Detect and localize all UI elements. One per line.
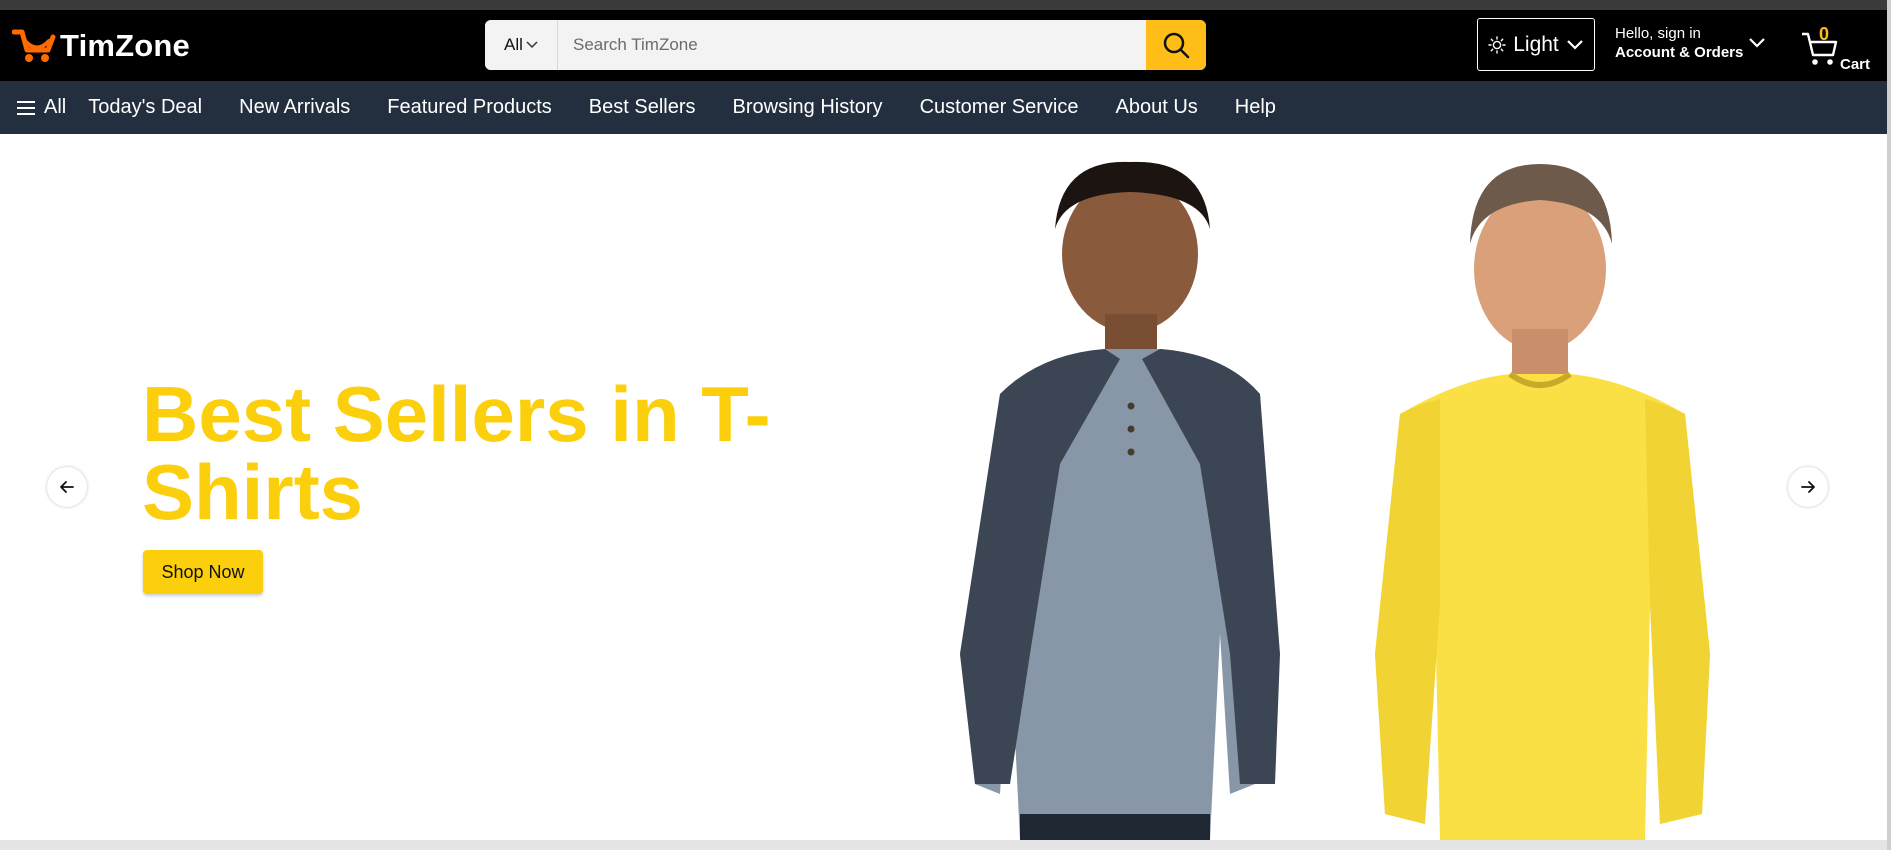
nav-item-about-us[interactable]: About Us	[1116, 96, 1198, 119]
window-scrollbar[interactable]	[1887, 0, 1891, 850]
browser-top-strip	[0, 0, 1891, 10]
hero-title: Best Sellers in T-Shirts	[142, 370, 771, 536]
search-button[interactable]	[1146, 20, 1206, 70]
cart-label: Cart	[1840, 56, 1871, 73]
carousel-prev-button[interactable]	[47, 467, 87, 507]
cart-logo-icon	[12, 29, 56, 62]
theme-label: Light	[1513, 32, 1559, 56]
model-right-figure	[1375, 164, 1710, 840]
account-greeting: Hello, sign in	[1615, 25, 1701, 42]
nav-item-todays-deal[interactable]: Today's Deal	[88, 96, 202, 119]
nav-item-browsing-history[interactable]: Browsing History	[733, 96, 883, 119]
chevron-down-icon	[526, 41, 538, 49]
nav-all-menu[interactable]: All	[16, 96, 66, 119]
theme-toggle-button[interactable]: Light	[1477, 18, 1595, 71]
hero-product-image	[960, 161, 1710, 840]
nav-item-best-sellers[interactable]: Best Sellers	[589, 96, 696, 119]
nav-item-customer-service[interactable]: Customer Service	[920, 96, 1079, 119]
cart-button[interactable]: 0 Cart	[1800, 24, 1875, 74]
search-icon	[1163, 32, 1190, 59]
hero-carousel: Best Sellers in T-Shirts Shop Now	[0, 134, 1887, 840]
nav-all-label: All	[44, 96, 67, 118]
account-orders-label: Account & Orders	[1615, 44, 1744, 61]
site-logo[interactable]: TimZone	[12, 26, 190, 66]
hamburger-menu-icon	[17, 100, 35, 115]
nav-item-help[interactable]: Help	[1235, 96, 1276, 119]
search-category-label: All	[504, 35, 523, 54]
main-nav: All Today's Deal New Arrivals Featured P…	[0, 81, 1887, 134]
nav-item-featured-products[interactable]: Featured Products	[387, 96, 552, 119]
nav-item-new-arrivals[interactable]: New Arrivals	[239, 96, 350, 119]
sun-icon	[1488, 35, 1506, 54]
logo-text: TimZone	[60, 28, 191, 63]
account-menu[interactable]: Hello, sign in Account & Orders	[1615, 25, 1743, 62]
arrow-right-icon	[1801, 481, 1815, 493]
carousel-next-button[interactable]	[1788, 467, 1828, 507]
model-left-figure	[960, 161, 1280, 840]
search-input[interactable]	[558, 20, 1146, 70]
cart-count-badge: 0	[1819, 24, 1830, 44]
chevron-down-icon[interactable]	[1748, 37, 1766, 49]
chevron-down-icon	[1566, 40, 1583, 50]
search-category-select[interactable]: All	[485, 20, 558, 70]
search-bar: All	[485, 20, 1206, 70]
arrow-left-icon	[60, 481, 74, 493]
shop-now-button[interactable]: Shop Now	[143, 550, 263, 594]
site-header: TimZone All Light H	[0, 10, 1887, 81]
